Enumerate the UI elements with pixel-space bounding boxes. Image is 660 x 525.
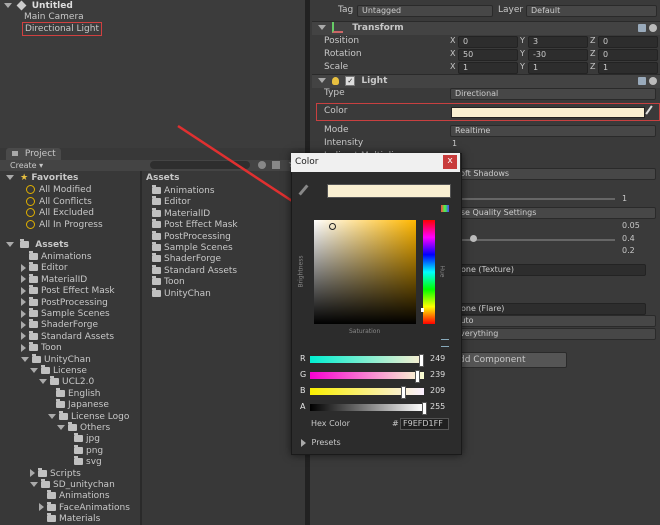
channel-label: B — [300, 386, 306, 395]
channel-slider-thumb[interactable] — [401, 386, 407, 399]
saturation-axis-label: Saturation — [349, 328, 381, 335]
saturation-brightness-field[interactable] — [314, 220, 416, 324]
presets-toggle[interactable]: Presets — [301, 438, 341, 447]
channel-slider-track[interactable] — [310, 386, 424, 399]
brightness-axis-label: Brightness — [297, 255, 305, 288]
channel-slider-track[interactable] — [310, 354, 425, 367]
color-window-title: Color — [295, 157, 319, 167]
channel-label: A — [300, 402, 306, 411]
channel-value[interactable]: 209 — [430, 386, 445, 395]
channel-slider-track[interactable] — [310, 402, 427, 415]
channel-value[interactable]: 255 — [430, 402, 445, 411]
channel-label: G — [300, 370, 307, 379]
channel-slider-thumb[interactable] — [419, 354, 425, 367]
hue-slider-marker[interactable] — [421, 308, 424, 312]
channel-label: R — [300, 354, 306, 363]
close-button[interactable]: x — [443, 155, 457, 169]
channel-value[interactable]: 239 — [430, 370, 445, 379]
slider-mode-icon[interactable] — [441, 339, 449, 347]
sv-picker-marker[interactable] — [329, 223, 336, 230]
hex-hash: # — [392, 419, 399, 428]
presets-label: Presets — [311, 438, 341, 447]
hue-axis-label: Hue — [438, 265, 446, 278]
hue-slider[interactable] — [421, 220, 435, 324]
collapsed-arrow-icon — [301, 438, 306, 447]
hex-color-label: Hex Color — [311, 419, 350, 428]
channel-slider-thumb[interactable] — [422, 402, 427, 415]
channel-value[interactable]: 249 — [430, 354, 445, 363]
color-preview-swatch — [327, 184, 451, 198]
close-icon: x — [447, 156, 453, 166]
hex-color-input[interactable]: F9EFD1FF — [400, 418, 449, 430]
channel-slider-track[interactable] — [310, 370, 424, 383]
channel-slider-thumb[interactable] — [414, 370, 420, 383]
swatch-mode-icon[interactable] — [441, 205, 449, 212]
